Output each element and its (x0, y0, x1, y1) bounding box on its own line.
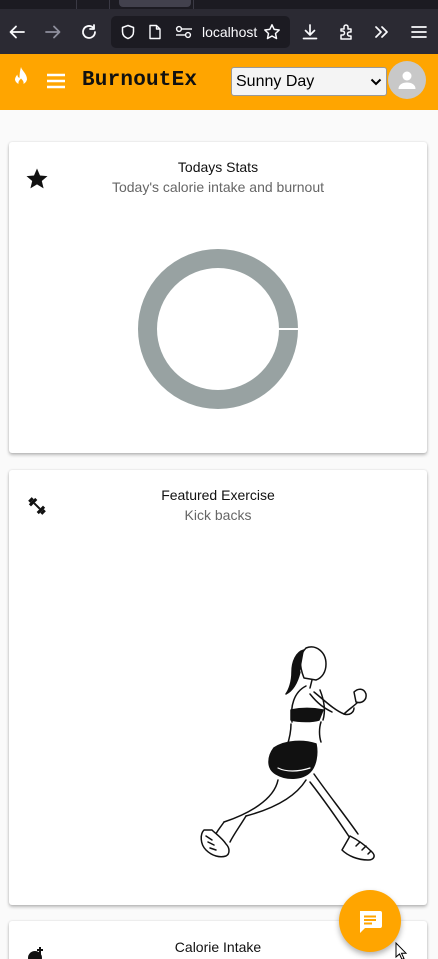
person-icon (398, 71, 416, 89)
chat-icon (360, 911, 382, 933)
theme-select-value: Sunny Day (236, 73, 315, 90)
permissions-icon[interactable] (175, 16, 193, 48)
tab-separator (193, 0, 194, 9)
reload-icon[interactable] (72, 9, 106, 54)
browser-toolbar: localhost (0, 9, 438, 54)
kickback-exercise-illustration (200, 646, 375, 861)
overflow-chevrons-icon[interactable] (365, 9, 399, 54)
todays-stats-card: Todays Stats Today's calorie intake and … (9, 142, 427, 453)
chevron-down-icon (370, 68, 382, 95)
shield-icon[interactable] (120, 16, 136, 48)
forward-arrow-icon[interactable] (36, 9, 70, 54)
user-avatar[interactable] (388, 61, 426, 99)
mouse-cursor-icon (395, 942, 408, 959)
bookmark-star-icon[interactable] (263, 16, 281, 48)
back-arrow-icon[interactable] (0, 9, 34, 54)
theme-select[interactable]: Sunny Day (231, 67, 387, 96)
tab-separator (109, 0, 110, 9)
browser-tab-strip (0, 0, 438, 9)
featured-exercise-card: Featured Exercise Kick backs (9, 470, 427, 905)
address-bar[interactable]: localhost (111, 16, 290, 48)
calorie-donut-chart (138, 249, 298, 409)
app-title: BurnoutEx (82, 69, 198, 92)
tab-separator (76, 0, 77, 9)
exercise-card-title: Featured Exercise (161, 487, 275, 503)
chat-fab-button[interactable] (339, 890, 401, 952)
download-icon[interactable] (293, 9, 327, 54)
stats-card-subtitle: Today's calorie intake and burnout (111, 179, 325, 195)
exercise-name: Kick backs (184, 507, 252, 523)
nav-menu-button[interactable] (45, 70, 67, 97)
active-tab[interactable] (119, 0, 191, 7)
stats-card-title: Todays Stats (177, 159, 259, 175)
extensions-icon[interactable] (330, 9, 364, 54)
hamburger-menu-icon[interactable] (402, 9, 436, 54)
url-text[interactable]: localhost (202, 16, 258, 48)
flame-logo-icon (11, 66, 31, 95)
donut-ring (138, 249, 298, 409)
page-icon (148, 16, 162, 48)
app-header: BurnoutEx Sunny Day (0, 54, 438, 110)
